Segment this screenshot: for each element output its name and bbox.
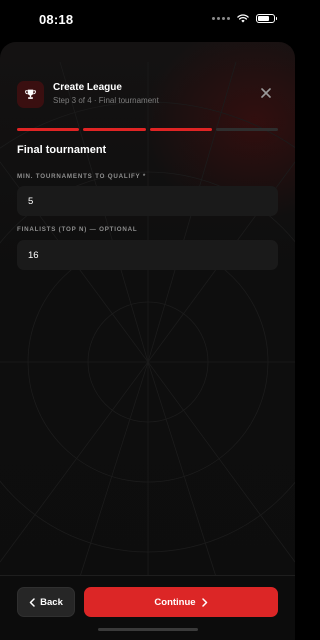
header-step-subtitle: Step 3 of 4 · Final tournament: [53, 96, 159, 105]
trophy-icon: [25, 89, 36, 99]
chevron-right-icon: [201, 597, 207, 607]
finalists-label: FINALISTS (TOP N) — OPTIONAL: [17, 226, 138, 233]
section-title: Final tournament: [17, 144, 107, 156]
min-tournaments-field[interactable]: [17, 186, 278, 216]
dartboard-background-pattern: [0, 61, 295, 640]
home-indicator[interactable]: [98, 628, 198, 631]
continue-button-label: Continue: [154, 596, 196, 608]
signal-dots-icon: [212, 17, 230, 20]
back-button-label: Back: [40, 596, 63, 608]
header-title: Create League: [53, 82, 122, 93]
close-icon: [261, 88, 271, 98]
min-tournaments-label: MIN. TOURNAMENTS TO QUALIFY *: [17, 173, 147, 180]
status-time: 08:18: [39, 12, 74, 27]
back-button[interactable]: Back: [17, 587, 75, 617]
finalists-input[interactable]: [28, 240, 267, 270]
battery-icon: [256, 14, 277, 23]
progress-step-2: [83, 128, 146, 131]
close-button[interactable]: [259, 86, 273, 100]
min-tournaments-input[interactable]: [28, 186, 267, 216]
progress-step-1: [17, 128, 80, 131]
finalists-field[interactable]: [17, 240, 278, 270]
status-icons: [212, 14, 277, 23]
step-progress: [17, 128, 278, 131]
sheet-header: Create League Step 3 of 4 · Final tourna…: [17, 80, 277, 114]
progress-step-4: [215, 128, 278, 131]
create-league-sheet: Create League Step 3 of 4 · Final tourna…: [0, 42, 295, 640]
wifi-icon: [237, 14, 249, 23]
status-bar: 08:18: [0, 0, 295, 40]
trophy-badge: [17, 81, 44, 108]
chevron-left-icon: [29, 597, 35, 607]
continue-button[interactable]: Continue: [84, 587, 278, 617]
progress-step-3: [149, 128, 212, 131]
